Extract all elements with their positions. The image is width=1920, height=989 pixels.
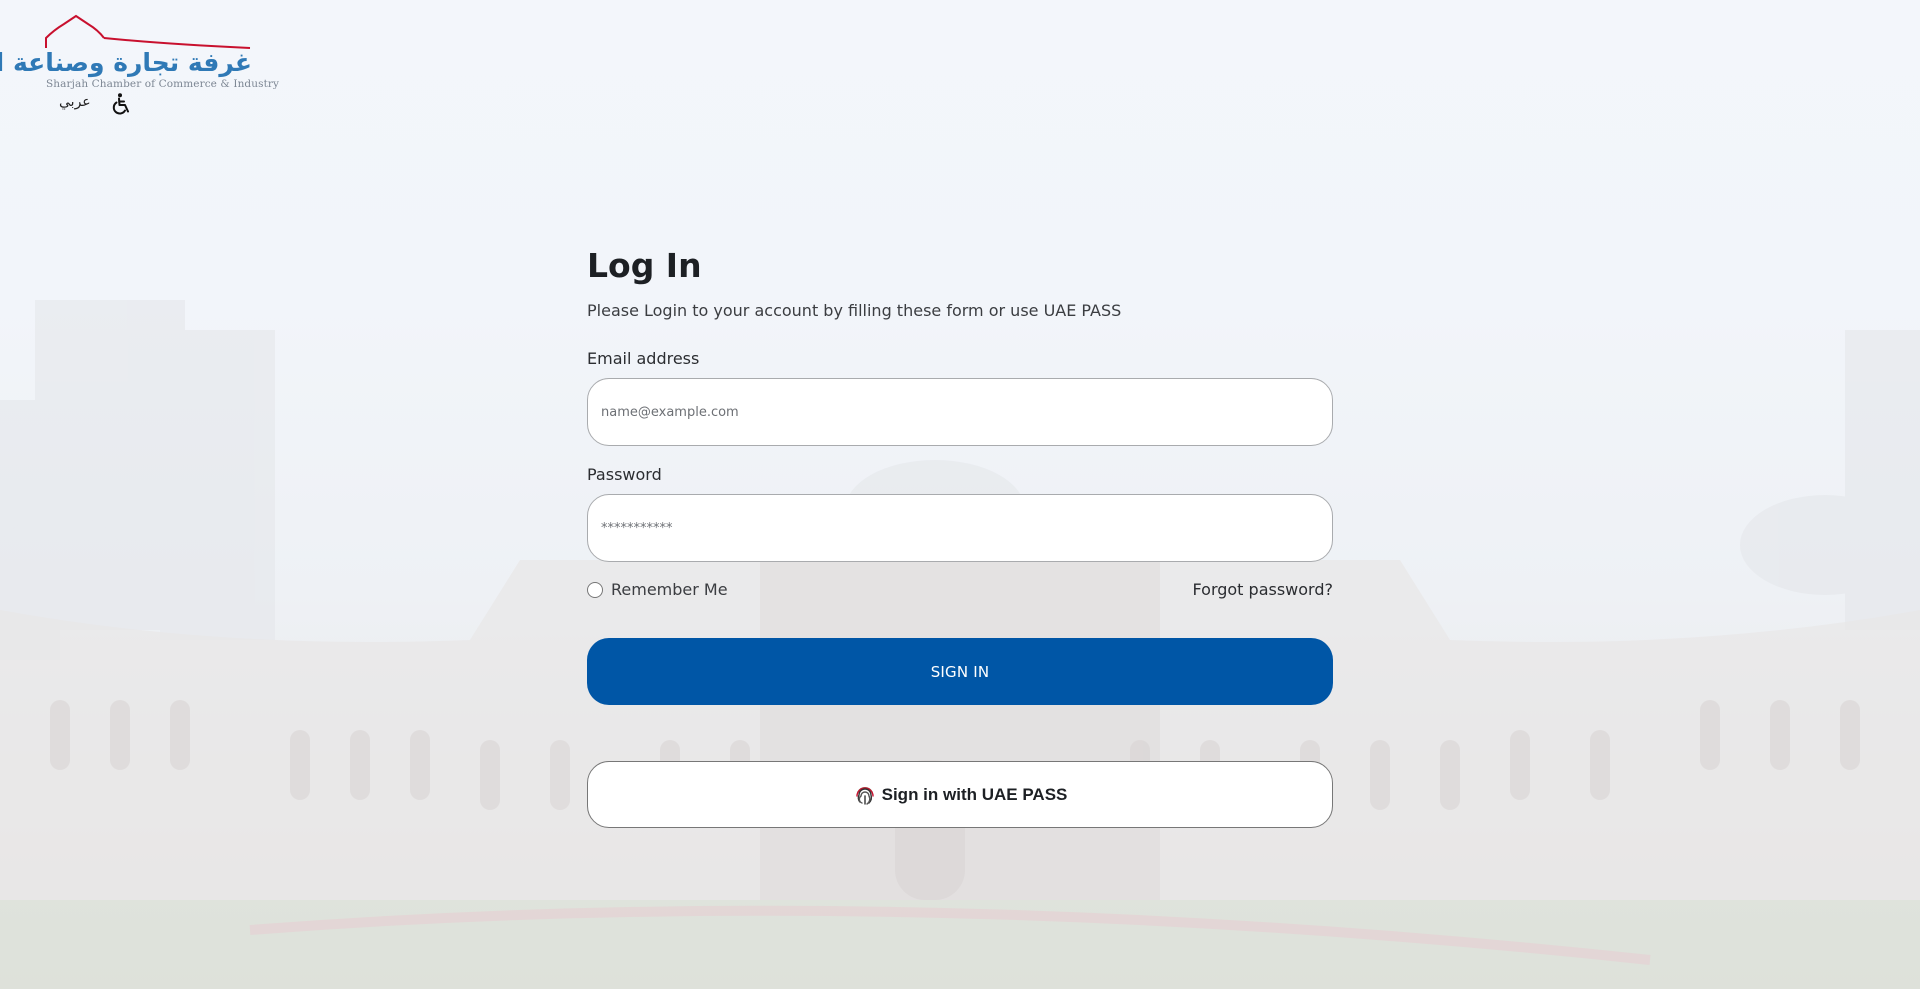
logo-english-text: Sharjah Chamber of Commerce & Industry (46, 78, 280, 90)
remember-me-radio-icon[interactable] (587, 581, 603, 598)
language-switch-link[interactable]: عربي (59, 94, 91, 110)
remember-row: Remember Me Forgot password? (587, 580, 1333, 602)
remember-me-label: Remember Me (611, 580, 728, 599)
email-field[interactable] (587, 378, 1333, 446)
sign-in-button[interactable]: SIGN IN (587, 638, 1333, 705)
login-subtitle: Please Login to your account by filling … (587, 301, 1122, 320)
login-form: Log In Please Login to your account by f… (587, 244, 1333, 828)
forgot-password-link[interactable]: Forgot password? (1193, 580, 1333, 599)
sharjah-chamber-logo[interactable]: غرفة تجارة وصناعة الشارقة Sharjah Chambe… (0, 14, 279, 92)
wheelchair-icon (112, 93, 129, 115)
email-label: Email address (587, 349, 700, 368)
page-title: Log In (587, 246, 702, 285)
password-field[interactable] (587, 494, 1333, 562)
password-label: Password (587, 465, 662, 484)
uae-pass-label: Sign in with UAE PASS (881, 784, 1068, 804)
fingerprint-icon (855, 786, 874, 805)
accessibility-button[interactable] (109, 92, 133, 116)
remember-me-checkbox[interactable]: Remember Me (587, 580, 728, 599)
uae-pass-sign-in-button[interactable]: Sign in with UAE PASS (587, 761, 1333, 828)
logo-arabic-text: غرفة تجارة وصناعة الشارقة (0, 48, 253, 77)
